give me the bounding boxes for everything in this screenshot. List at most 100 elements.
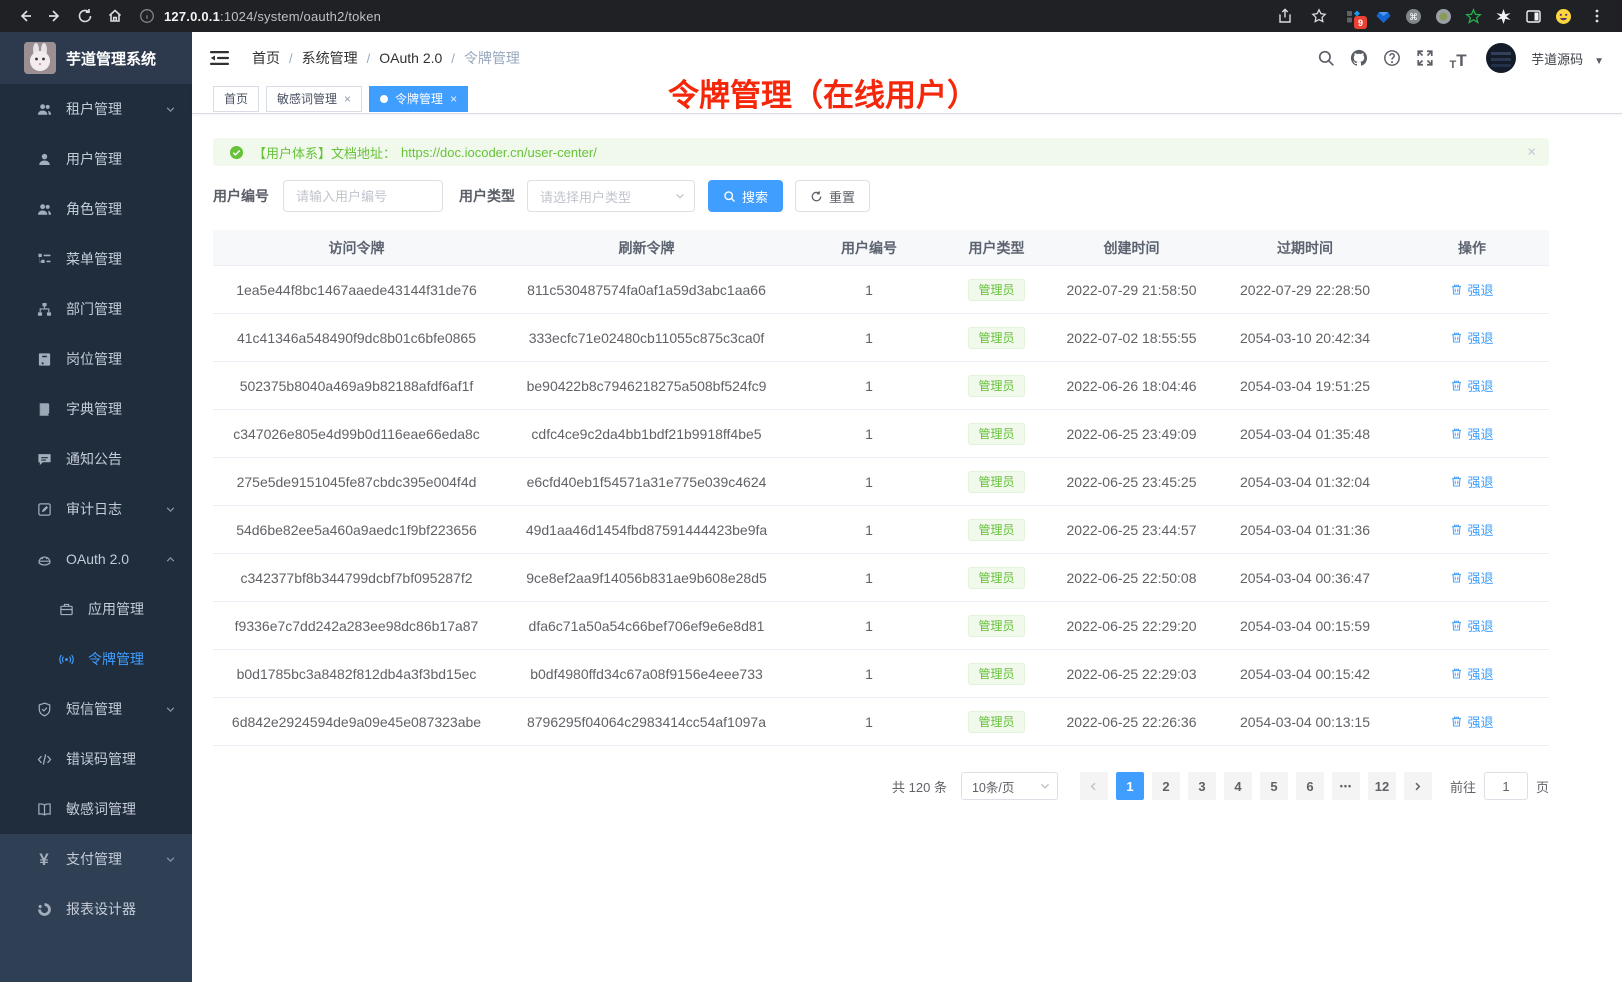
address-bar[interactable]: 127.0.0.1:1024/system/oauth2/token [138, 3, 1270, 29]
reload-icon[interactable] [70, 3, 100, 29]
app-logo[interactable]: 芋道管理系统 [0, 32, 192, 84]
sidebar-item-pay[interactable]: ¥支付管理 [0, 834, 192, 884]
gem-icon[interactable] [1368, 3, 1398, 29]
sidebar-item-dict[interactable]: 字典管理 [0, 384, 192, 434]
action-cell: 强退 [1395, 328, 1549, 347]
breadcrumb-item[interactable]: 系统管理 [302, 48, 358, 68]
force-logout-button[interactable]: 强退 [1450, 520, 1493, 539]
action-cell: 强退 [1395, 520, 1549, 539]
page-button-12[interactable]: 12 [1368, 772, 1396, 800]
sidebar-item-post[interactable]: 岗位管理 [0, 334, 192, 384]
help-icon[interactable] [1379, 45, 1405, 71]
user-id-cell: 1 [793, 714, 945, 730]
font-size-icon[interactable]: TT [1445, 45, 1471, 71]
search-icon[interactable] [1313, 45, 1339, 71]
user-id-input[interactable] [283, 180, 443, 212]
green-star-icon[interactable] [1458, 3, 1488, 29]
goto-label: 前往 [1450, 777, 1476, 796]
reset-button[interactable]: 重置 [795, 180, 870, 212]
browser-menu-icon[interactable] [1582, 3, 1612, 29]
sidebar-item-dept[interactable]: 部门管理 [0, 284, 192, 334]
sidebar-item-user[interactable]: 用户管理 [0, 134, 192, 184]
sidebar-item-menu[interactable]: 菜单管理 [0, 234, 192, 284]
force-logout-button[interactable]: 强退 [1450, 376, 1493, 395]
force-logout-button[interactable]: 强退 [1450, 280, 1493, 299]
sidebar-item-sms[interactable]: 短信管理 [0, 684, 192, 734]
sidebar-item-tenant[interactable]: 租户管理 [0, 84, 192, 134]
breadcrumb-item[interactable]: OAuth 2.0 [379, 50, 442, 66]
tab-close-icon[interactable]: × [450, 93, 457, 105]
page-button-2[interactable]: 2 [1152, 772, 1180, 800]
page-button-1[interactable]: 1 [1116, 772, 1144, 800]
sidebar-item-role[interactable]: 角色管理 [0, 184, 192, 234]
user-type-tag: 管理员 [968, 663, 1024, 685]
trash-icon [1450, 571, 1463, 584]
alert-close-icon[interactable]: × [1527, 145, 1536, 160]
user-id-cell: 1 [793, 474, 945, 490]
github-icon[interactable] [1346, 45, 1372, 71]
force-logout-button[interactable]: 强退 [1450, 424, 1493, 443]
bookmark-star-icon[interactable] [1304, 3, 1334, 29]
tab-首页[interactable]: 首页 [213, 86, 259, 112]
force-logout-button[interactable]: 强退 [1450, 328, 1493, 347]
force-logout-button[interactable]: 强退 [1450, 712, 1493, 731]
emoji-face-icon[interactable] [1548, 3, 1578, 29]
record-icon[interactable] [1428, 3, 1458, 29]
sidebar-item-oauth2[interactable]: OAuth 2.0 [0, 534, 192, 584]
sidebar-item-errcode[interactable]: 错误码管理 [0, 734, 192, 784]
sidebar-item-oauth2-app[interactable]: 应用管理 [0, 584, 192, 634]
page-size-select[interactable]: 10条/页 [961, 772, 1058, 800]
user-type-tag: 管理员 [968, 567, 1024, 589]
force-logout-button[interactable]: 强退 [1450, 664, 1493, 683]
sidebar-item-report-designer[interactable]: 报表设计器 [0, 884, 192, 934]
site-info-icon[interactable] [138, 3, 156, 29]
pinwheel-icon[interactable] [1488, 3, 1518, 29]
prev-page-button[interactable] [1080, 772, 1108, 800]
back-icon[interactable] [10, 3, 40, 29]
tab-敏感词管理[interactable]: 敏感词管理× [266, 86, 362, 112]
sidebar-menu: 租户管理用户管理角色管理菜单管理部门管理岗位管理字典管理通知公告审计日志OAut… [0, 84, 192, 982]
page-button-3[interactable]: 3 [1188, 772, 1216, 800]
workspace-grid-icon[interactable]: 9 [1338, 3, 1368, 29]
page-ellipsis-button[interactable]: ••• [1332, 772, 1360, 800]
user-avatar[interactable] [1486, 43, 1516, 73]
force-logout-label: 强退 [1467, 712, 1493, 731]
screen: 127.0.0.1:1024/system/oauth2/token 9 ⌘ 芋道… [0, 0, 1622, 982]
tab-令牌管理[interactable]: 令牌管理× [369, 86, 468, 112]
chevron-down-icon[interactable]: ▼ [1594, 56, 1604, 67]
search-button[interactable]: 搜索 [708, 180, 783, 212]
created-time-cell: 2022-06-25 22:29:20 [1048, 618, 1215, 634]
yen-icon: ¥ [36, 851, 52, 867]
next-page-button[interactable] [1404, 772, 1432, 800]
breadcrumb-item: 令牌管理 [464, 48, 520, 68]
breadcrumb-item[interactable]: 首页 [252, 48, 280, 68]
sidebar-collapse-icon[interactable] [210, 50, 230, 66]
page-button-6[interactable]: 6 [1296, 772, 1324, 800]
alert-banner: 【用户体系】文档地址： https://doc.iocoder.cn/user-… [213, 138, 1549, 166]
user-id-cell: 1 [793, 282, 945, 298]
force-logout-button[interactable]: 强退 [1450, 472, 1493, 491]
sidebar-item-oauth2-token[interactable]: 令牌管理 [0, 634, 192, 684]
page-button-5[interactable]: 5 [1260, 772, 1288, 800]
sidebar-item-notice[interactable]: 通知公告 [0, 434, 192, 484]
forward-icon[interactable] [40, 3, 70, 29]
user-type-select[interactable]: 请选择用户类型 [527, 180, 695, 212]
share-icon[interactable] [1270, 3, 1300, 29]
goto-page-input[interactable] [1484, 772, 1528, 800]
user-type-tag: 管理员 [968, 327, 1024, 349]
force-logout-button[interactable]: 强退 [1450, 568, 1493, 587]
browser-toolbar: 127.0.0.1:1024/system/oauth2/token 9 ⌘ [0, 0, 1622, 32]
home-icon[interactable] [100, 3, 130, 29]
page-button-4[interactable]: 4 [1224, 772, 1252, 800]
fullscreen-icon[interactable] [1412, 45, 1438, 71]
user-type-cell: 管理员 [945, 567, 1048, 589]
force-logout-button[interactable]: 强退 [1450, 616, 1493, 635]
tab-close-icon[interactable]: × [344, 93, 351, 105]
alert-doc-link[interactable]: https://doc.iocoder.cn/user-center/ [401, 145, 597, 160]
column-header: 创建时间 [1048, 238, 1215, 258]
sidebar-item-audit-log[interactable]: 审计日志 [0, 484, 192, 534]
user-name[interactable]: 芋道源码 [1531, 49, 1583, 68]
split-window-icon[interactable] [1518, 3, 1548, 29]
command-icon[interactable]: ⌘ [1398, 3, 1428, 29]
sidebar-item-sensitive-word[interactable]: 敏感词管理 [0, 784, 192, 834]
